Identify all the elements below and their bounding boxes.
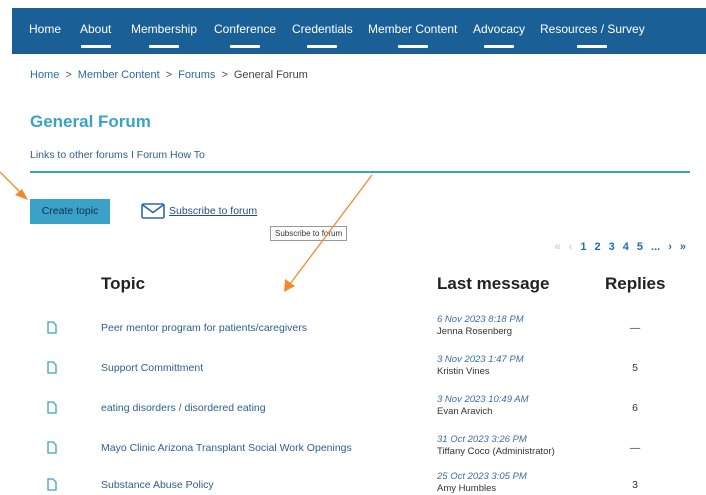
create-topic-button[interactable]: Create topic	[30, 199, 110, 224]
page-5[interactable]: 5	[637, 241, 643, 253]
topic-title[interactable]: Support Committment	[101, 362, 203, 374]
page-ellipsis[interactable]: ...	[651, 241, 660, 253]
last-message-date[interactable]: 3 Nov 2023 10:49 AM	[437, 394, 529, 405]
dropdown-indicator	[577, 45, 608, 48]
table-row: Peer mentor program for patients/caregiv…	[0, 313, 706, 353]
topic-title[interactable]: Substance Abuse Policy	[101, 479, 214, 491]
breadcrumb-current: General Forum	[233, 69, 308, 81]
last-page-icon[interactable]: »	[680, 241, 686, 253]
nav-label: Membership	[131, 22, 198, 36]
nav-member-content[interactable]: Member Content	[368, 22, 458, 48]
table-row: eating disorders / disordered eating 3 N…	[0, 393, 706, 433]
document-icon	[47, 361, 57, 374]
breadcrumb-separator: >	[221, 69, 228, 81]
column-header-replies: Replies	[605, 274, 666, 293]
nav-label: Conference	[214, 22, 277, 36]
page-1[interactable]: 1	[580, 241, 586, 253]
nav-conference[interactable]: Conference	[214, 22, 277, 48]
document-icon	[47, 321, 57, 334]
dropdown-indicator	[484, 45, 515, 48]
nav-advocacy[interactable]: Advocacy	[473, 22, 526, 48]
breadcrumb: Home > Member Content > Forums > General Forum	[30, 69, 308, 81]
nav-home[interactable]: Home	[29, 22, 61, 37]
breadcrumb-member-content[interactable]: Member Content	[78, 69, 160, 81]
nav-resources-survey[interactable]: Resources / Survey	[540, 22, 645, 48]
dropdown-indicator	[230, 45, 261, 48]
document-icon	[47, 478, 57, 491]
last-message-date[interactable]: 3 Nov 2023 1:47 PM	[437, 354, 524, 365]
arrow-head	[15, 189, 28, 200]
last-message-date[interactable]: 31 Oct 2023 3:26 PM	[437, 434, 527, 445]
nav-label: About	[80, 22, 112, 36]
topic-title[interactable]: Peer mentor program for patients/caregiv…	[101, 322, 307, 334]
breadcrumb-home[interactable]: Home	[30, 69, 59, 81]
nav-label: Home	[29, 22, 62, 36]
dropdown-indicator	[80, 45, 111, 48]
breadcrumb-separator: >	[165, 69, 173, 81]
dropdown-indicator	[307, 45, 338, 48]
envelope-icon	[141, 203, 165, 219]
table-row: Support Committment 3 Nov 2023 1:47 PM K…	[0, 353, 706, 393]
nav-membership[interactable]: Membership	[131, 22, 198, 48]
nav-label: Resources / Survey	[540, 22, 645, 36]
last-message-author: Jenna Rosenberg	[437, 326, 512, 337]
last-message-author: Amy Humbles	[437, 483, 497, 494]
topic-title[interactable]: Mayo Clinic Arizona Transplant Social Wo…	[101, 442, 352, 454]
reply-count: 6	[632, 402, 638, 414]
reply-count: 5	[632, 362, 638, 374]
subscribe-tooltip: Subscribe to forum	[270, 226, 348, 241]
nav-label: Credentials	[292, 22, 353, 36]
first-page-icon[interactable]: «	[555, 241, 561, 253]
top-strip	[0, 0, 706, 8]
nav-about[interactable]: About	[80, 22, 112, 48]
column-header-topic: Topic	[101, 274, 146, 293]
page-title: General Forum	[30, 112, 151, 131]
last-message-author: Kristin Vines	[437, 366, 490, 377]
last-message-author: Tiffany Coco (Administrator)	[437, 446, 555, 457]
breadcrumb-forums[interactable]: Forums	[178, 69, 215, 81]
page-4[interactable]: 4	[623, 241, 629, 253]
subscribe-label: Subscribe to forum	[169, 205, 258, 217]
reply-count: 3	[632, 479, 638, 491]
page-2[interactable]: 2	[595, 241, 601, 253]
subscribe-link[interactable]: Subscribe to forum	[141, 202, 257, 220]
page-3[interactable]: 3	[609, 241, 615, 253]
last-message-author: Evan Aravich	[437, 406, 493, 417]
dropdown-indicator	[397, 45, 428, 48]
forum-links[interactable]: Links to other forums I Forum How To	[30, 149, 205, 161]
nav-label: Member Content	[368, 22, 458, 36]
arrow-to-create-topic	[0, 171, 23, 195]
dropdown-indicator	[149, 45, 180, 48]
table-row: Substance Abuse Policy 25 Oct 2023 3:05 …	[0, 470, 706, 495]
topic-title[interactable]: eating disorders / disordered eating	[101, 402, 266, 414]
nav-credentials[interactable]: Credentials	[292, 22, 353, 48]
breadcrumb-separator: >	[65, 69, 72, 81]
pagination: « ‹ 1 2 3 4 5 ... › »	[555, 241, 686, 253]
next-page-icon[interactable]: ›	[668, 241, 672, 253]
document-icon	[47, 441, 57, 454]
main-nav: Home About Membership Conference Credent…	[12, 8, 706, 54]
column-header-last-message: Last message	[437, 274, 550, 293]
prev-page-icon[interactable]: ‹	[569, 241, 573, 253]
reply-count: —	[629, 442, 641, 454]
title-divider	[30, 171, 690, 173]
reply-count: —	[629, 322, 641, 334]
last-message-date[interactable]: 6 Nov 2023 8:18 PM	[437, 314, 524, 325]
table-row: Mayo Clinic Arizona Transplant Social Wo…	[0, 433, 706, 473]
arrow-head	[284, 279, 295, 292]
last-message-date[interactable]: 25 Oct 2023 3:05 PM	[437, 471, 527, 482]
document-icon	[47, 401, 57, 414]
nav-label: Advocacy	[473, 22, 526, 36]
